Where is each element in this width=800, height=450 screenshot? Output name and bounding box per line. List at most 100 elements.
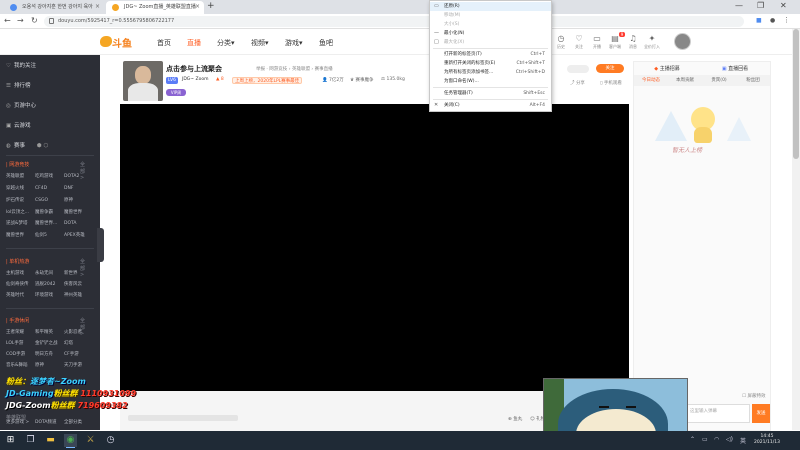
category-link[interactable]: CF手游 xyxy=(64,351,93,362)
page-scrollbar[interactable] xyxy=(792,29,800,430)
windows-start-icon[interactable]: ⊞ xyxy=(4,434,17,447)
category-link[interactable]: APEX英雄 xyxy=(64,232,93,243)
menu-item-reopen-tab[interactable]: 重新打开关闭的标签页(E) Ctrl+Shift+T xyxy=(430,59,551,68)
nav-games[interactable]: 游戏▾ xyxy=(285,38,303,48)
category-link[interactable]: 原神 xyxy=(35,362,64,373)
category-link[interactable]: 明日方舟 xyxy=(35,351,64,362)
promo-button[interactable]: ✦ 全价打入 xyxy=(643,34,661,50)
category-link[interactable]: DOTA xyxy=(64,221,93,232)
follow-button[interactable]: 关注 xyxy=(596,64,624,73)
video-player[interactable] xyxy=(120,104,629,391)
sidebar-item-cloudgame[interactable]: ▣ 云游戏 xyxy=(6,121,31,129)
tray-wifi-icon[interactable]: ◠ xyxy=(714,436,719,443)
browser-tab-2-active[interactable]: JDG~ Zoom直播_英雄联盟直播 × xyxy=(106,1,204,14)
notify-toggle[interactable] xyxy=(567,65,589,73)
tab-close-icon[interactable]: × xyxy=(195,3,200,10)
category-link[interactable]: 幻塔 xyxy=(64,340,93,351)
category-link[interactable]: 音乐&舞蹈 xyxy=(6,362,35,373)
category-link[interactable]: 主机游戏 xyxy=(6,270,35,281)
share-link[interactable]: ⤴ 分享 xyxy=(570,80,585,86)
tray-chevron-icon[interactable]: ⌃ xyxy=(690,436,695,443)
profile-icon[interactable]: ● xyxy=(770,17,775,24)
nav-home[interactable]: 首页 xyxy=(157,38,171,48)
category-link[interactable]: lol云顶之... xyxy=(6,209,35,220)
category-link[interactable]: 天刀手游 xyxy=(64,362,93,373)
category-link[interactable]: DNF xyxy=(64,186,93,197)
reload-icon[interactable]: ↻ xyxy=(31,16,38,25)
category-link[interactable]: 永劫无间 xyxy=(35,270,64,281)
user-avatar[interactable] xyxy=(674,33,691,50)
category-link[interactable]: 穿越火线 xyxy=(6,185,35,196)
category-link[interactable]: 英雄时代 xyxy=(6,292,35,303)
sidebar-collapse-handle[interactable] xyxy=(97,228,104,262)
menu-item-move[interactable]: 移动(M) xyxy=(430,11,551,20)
tab-recruit[interactable]: ◆ 主播招募 xyxy=(636,64,698,74)
category-link[interactable]: 炉石传说 xyxy=(6,197,35,208)
back-arrow-icon[interactable]: ← xyxy=(4,16,11,25)
sidebar-item-ranking[interactable]: ☰ 排行榜 xyxy=(6,81,31,89)
category-link[interactable]: 侠客风云 xyxy=(64,281,93,292)
chat-input[interactable]: 这里输入弹幕 xyxy=(686,404,750,423)
menu-kebab-icon[interactable]: ⋮ xyxy=(783,16,790,24)
streamer-avatar[interactable] xyxy=(123,61,163,101)
tray-network-icon[interactable]: ▭ xyxy=(702,436,708,443)
category-link[interactable]: 英雄联盟 xyxy=(6,173,35,184)
category-link[interactable]: 原神 xyxy=(64,197,93,208)
league-client-icon[interactable]: ⚔ xyxy=(84,434,97,447)
category-link[interactable]: 金铲铲之战 xyxy=(35,340,64,351)
scrollbar-thumb[interactable] xyxy=(793,29,799,159)
category-link[interactable]: 和平精英 xyxy=(35,329,64,340)
menu-item-restore[interactable]: ▭ 还原(R) xyxy=(430,2,551,11)
room-category-breadcrumb[interactable]: 举报 · 网游竞技 › 英雄联盟 › 赛事直播 xyxy=(256,66,333,72)
category-link[interactable]: DOTA2 xyxy=(64,174,93,185)
sidebar-item-events[interactable]: ◍ 赛事 ⬢ ⬡ xyxy=(6,141,48,149)
subtab-fans[interactable]: 粉丝团 xyxy=(736,77,770,83)
tab-close-icon[interactable]: × xyxy=(95,3,100,10)
category-link[interactable]: LOL手游 xyxy=(6,340,35,351)
phone-watch-link[interactable]: ▯ 手机观看 xyxy=(600,80,622,86)
system-clock[interactable]: 14:45 2021/11/13 xyxy=(754,434,780,446)
follow-list-button[interactable]: ♡ 关注 xyxy=(570,34,588,50)
nav-video[interactable]: 视频▾ xyxy=(251,38,269,48)
nav-live[interactable]: 直播 xyxy=(187,38,201,48)
category-link[interactable]: 环境游戏 xyxy=(35,292,64,303)
window-close-icon[interactable]: ✕ xyxy=(780,1,787,10)
window-minimize-icon[interactable]: — xyxy=(735,1,743,10)
lock-icon[interactable] xyxy=(49,18,54,24)
category-link[interactable]: 逆战&梦塔 xyxy=(6,220,35,231)
category-link[interactable]: 魔兽世界 xyxy=(6,232,35,243)
menu-item-close[interactable]: ✕ 关闭(C) Alt+F4 xyxy=(430,101,551,110)
category-link[interactable]: COD手游 xyxy=(6,351,35,362)
category-link[interactable]: 魔兽世界... xyxy=(35,220,64,231)
category-link[interactable]: 逃脱2042 xyxy=(35,281,64,292)
category-link[interactable]: 仙剑奇侠传 xyxy=(6,281,35,292)
file-explorer-icon[interactable]: ▬ xyxy=(44,434,57,447)
menu-item-maximize[interactable]: □ 最大化(X) xyxy=(430,38,551,47)
block-effects-checkbox[interactable]: ☐ 屏蔽特效 xyxy=(742,393,765,399)
fish-ball-button[interactable]: ⊕ 鱼丸 xyxy=(508,416,522,422)
category-link[interactable]: CSGO xyxy=(35,198,64,209)
menu-item-bookmark-all[interactable]: 为所有标签页添加书签... Ctrl+Shift+D xyxy=(430,68,551,77)
input-language[interactable]: 英 xyxy=(740,436,746,445)
category-link[interactable]: 王者荣耀 xyxy=(6,329,35,340)
nav-category[interactable]: 分类▾ xyxy=(217,38,235,48)
menu-item-new-tab[interactable]: 打开新的标签页(T) Ctrl+T xyxy=(430,50,551,59)
window-restore-icon[interactable]: ❐ xyxy=(757,1,764,10)
menu-item-size[interactable]: 大小(S) xyxy=(430,20,551,29)
category-link[interactable]: 魔兽世界 xyxy=(64,209,93,220)
category-link[interactable]: 仙剑5 xyxy=(35,232,64,243)
new-tab-plus-icon[interactable]: + xyxy=(207,1,215,11)
browser-tab-1[interactable]: 오용석 강아지훈 한번 강아지 육아 × xyxy=(4,1,104,14)
start-live-button[interactable]: ▭ 开播 xyxy=(588,34,606,50)
streamer-name[interactable]: JDG~ Zoom xyxy=(182,77,208,82)
subtab-week[interactable]: 本周贡献 xyxy=(668,77,702,83)
forward-arrow-icon[interactable]: → xyxy=(17,16,24,25)
dota-channel-link[interactable]: DOTA频道 xyxy=(35,419,64,430)
category-link[interactable]: 新世界 xyxy=(64,270,93,281)
category-link[interactable]: 神州英雄 xyxy=(64,292,93,303)
all-categories-link[interactable]: 全部分类 xyxy=(64,419,93,430)
chrome-taskbar-icon[interactable]: ◉ xyxy=(64,434,77,448)
history-button[interactable]: ◷ 历史 xyxy=(552,34,570,50)
url-field[interactable]: douyu.com/5925417_r=0.5556795806722177 xyxy=(44,16,744,27)
subtab-vip[interactable]: 贵宾(0) xyxy=(702,77,736,83)
